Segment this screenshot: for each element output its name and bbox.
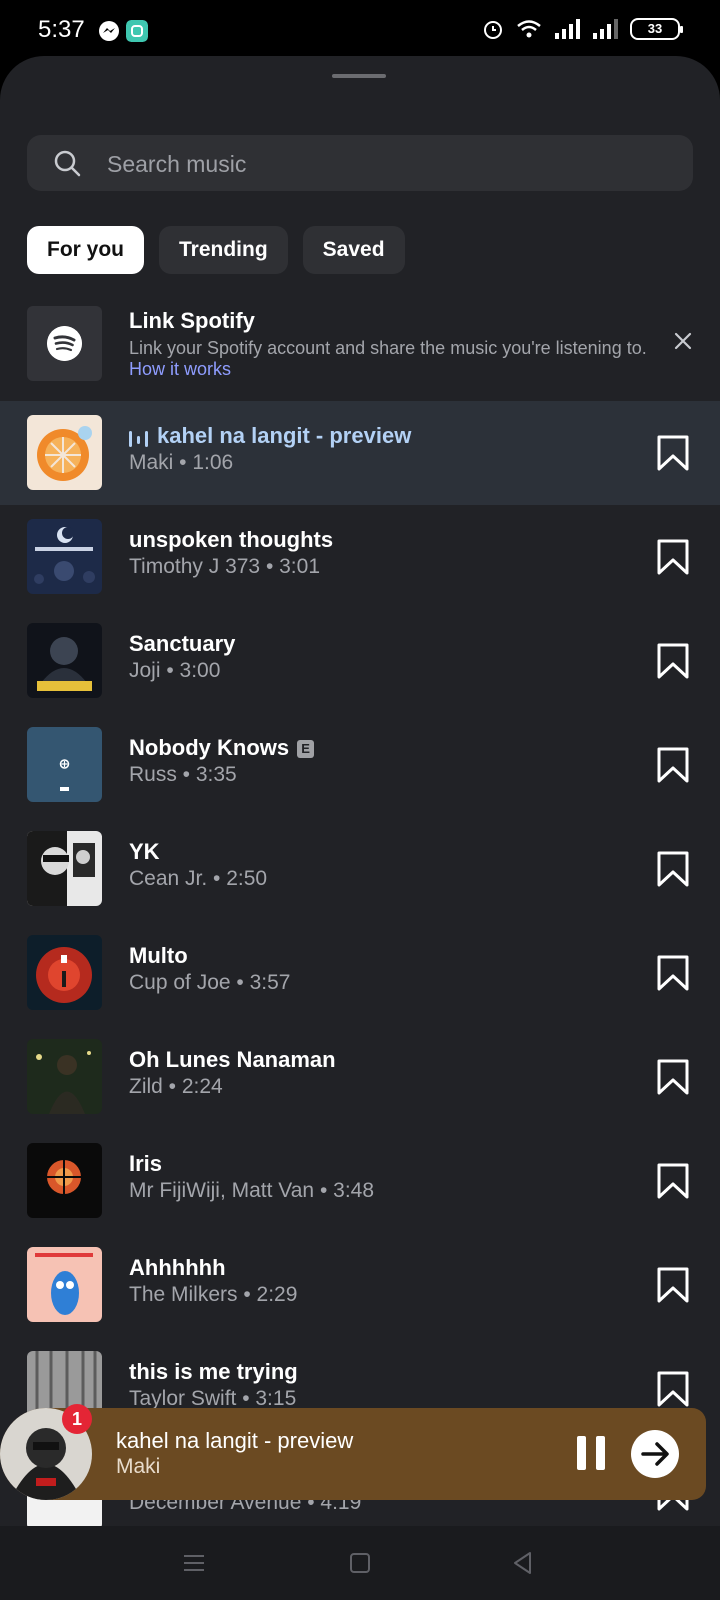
bookmark-icon[interactable] (656, 1267, 690, 1303)
next-button[interactable] (631, 1430, 679, 1478)
spotify-icon (47, 326, 82, 361)
album-art (27, 1039, 102, 1114)
back-icon[interactable] (510, 1550, 536, 1576)
track-title: Ahhhhhh (129, 1255, 226, 1280)
spotify-description: Link your Spotify account and share the … (129, 338, 649, 380)
battery-indicator: 33 (630, 18, 683, 40)
album-art (27, 1247, 102, 1322)
track-title: kahel na langit - preview (157, 423, 412, 448)
track-row[interactable]: YK Cean Jr. • 2:50 (0, 817, 720, 921)
track-title: YK (129, 839, 160, 864)
now-playing-icon (129, 431, 148, 447)
album-art (27, 727, 102, 802)
track-title: this is me trying (129, 1359, 298, 1384)
bookmark-icon[interactable] (656, 643, 690, 679)
notification-badge: 1 (62, 1404, 92, 1434)
link-spotify-banner[interactable]: Link Spotify Link your Spotify account a… (0, 302, 720, 392)
status-time: 5:37 (38, 16, 85, 43)
system-nav-bar (0, 1526, 720, 1600)
track-subtitle: Timothy J 373 • 3:01 (129, 555, 320, 578)
explicit-badge: E (297, 740, 315, 758)
player-title: kahel na langit - preview (116, 1428, 354, 1453)
album-art (27, 935, 102, 1010)
track-title: unspoken thoughts (129, 527, 334, 552)
album-art (27, 415, 102, 490)
app-notification-icon (126, 20, 148, 42)
album-art (27, 623, 102, 698)
track-row[interactable]: Nobody Knows E Russ • 3:35 (0, 713, 720, 817)
track-row[interactable]: Multo Cup of Joe • 3:57 (0, 921, 720, 1025)
mini-player[interactable]: 1 kahel na langit - preview Maki (0, 1404, 706, 1500)
search-icon (54, 150, 81, 177)
spotify-description-text: Link your Spotify account and share the … (129, 338, 647, 358)
bookmark-icon[interactable] (656, 435, 690, 471)
track-title: Iris (129, 1151, 163, 1176)
close-icon[interactable] (672, 330, 694, 352)
how-it-works-link[interactable]: How it works (129, 359, 231, 379)
track-row-playing[interactable]: kahel na langit - preview Maki • 1:06 (0, 401, 720, 505)
home-icon[interactable] (347, 1550, 373, 1576)
bookmark-icon[interactable] (656, 1059, 690, 1095)
drag-handle[interactable] (332, 74, 386, 78)
signal-icon-2 (593, 19, 618, 39)
menu-icon[interactable] (181, 1550, 207, 1576)
tab-trending[interactable]: Trending (159, 226, 288, 274)
wifi-icon (517, 20, 541, 38)
track-subtitle: The Milkers • 2:29 (129, 1283, 298, 1306)
bookmark-icon[interactable] (656, 1371, 690, 1407)
status-icons: 33 (482, 18, 683, 40)
track-title-text: Nobody Knows (129, 735, 290, 760)
alarm-icon (484, 21, 502, 39)
track-subtitle: Mr FijiWiji, Matt Van • 3:48 (129, 1179, 375, 1202)
tab-bar: For you Trending Saved (27, 226, 405, 274)
bookmark-icon[interactable] (656, 955, 690, 991)
bookmark-icon[interactable] (656, 1163, 690, 1199)
player-artist: Maki (116, 1455, 161, 1478)
track-subtitle: Cup of Joe • 3:57 (129, 971, 291, 994)
tab-for-you[interactable]: For you (27, 226, 144, 274)
album-art (27, 831, 102, 906)
bookmark-icon[interactable] (656, 539, 690, 575)
search-bar[interactable]: Search music (27, 135, 693, 191)
bookmark-icon[interactable] (656, 747, 690, 783)
track-title: Oh Lunes Nanaman (129, 1047, 336, 1072)
bookmark-icon[interactable] (656, 851, 690, 887)
track-row[interactable]: Ahhhhhh The Milkers • 2:29 (0, 1233, 720, 1337)
track-row[interactable]: Sanctuary Joji • 3:00 (0, 609, 720, 713)
track-title: Multo (129, 943, 188, 968)
pause-icon[interactable] (576, 1436, 606, 1470)
search-input[interactable]: Search music (107, 151, 246, 178)
track-title: Sanctuary (129, 631, 236, 656)
tab-saved[interactable]: Saved (302, 226, 405, 274)
track-row[interactable]: Iris Mr FijiWiji, Matt Van • 3:48 (0, 1129, 720, 1233)
spotify-title: Link Spotify (129, 308, 255, 333)
track-title: Nobody Knows E (129, 735, 315, 761)
messenger-icon (99, 21, 119, 41)
album-art (27, 1143, 102, 1218)
track-subtitle: Joji • 3:00 (129, 659, 221, 682)
track-subtitle: Russ • 3:35 (129, 763, 237, 786)
status-bar: 5:37 33 (0, 0, 720, 58)
track-subtitle: Maki • 1:06 (129, 451, 234, 474)
track-subtitle: Zild • 2:24 (129, 1075, 223, 1098)
track-row[interactable]: unspoken thoughts Timothy J 373 • 3:01 (0, 505, 720, 609)
arrow-right-icon (641, 1442, 669, 1466)
music-sheet: Search music For you Trending Saved Link… (0, 56, 720, 1526)
album-art (27, 519, 102, 594)
track-row[interactable]: Oh Lunes Nanaman Zild • 2:24 (0, 1025, 720, 1129)
spotify-tile (27, 306, 102, 381)
signal-icon (555, 19, 580, 39)
track-subtitle: Cean Jr. • 2:50 (129, 867, 268, 890)
